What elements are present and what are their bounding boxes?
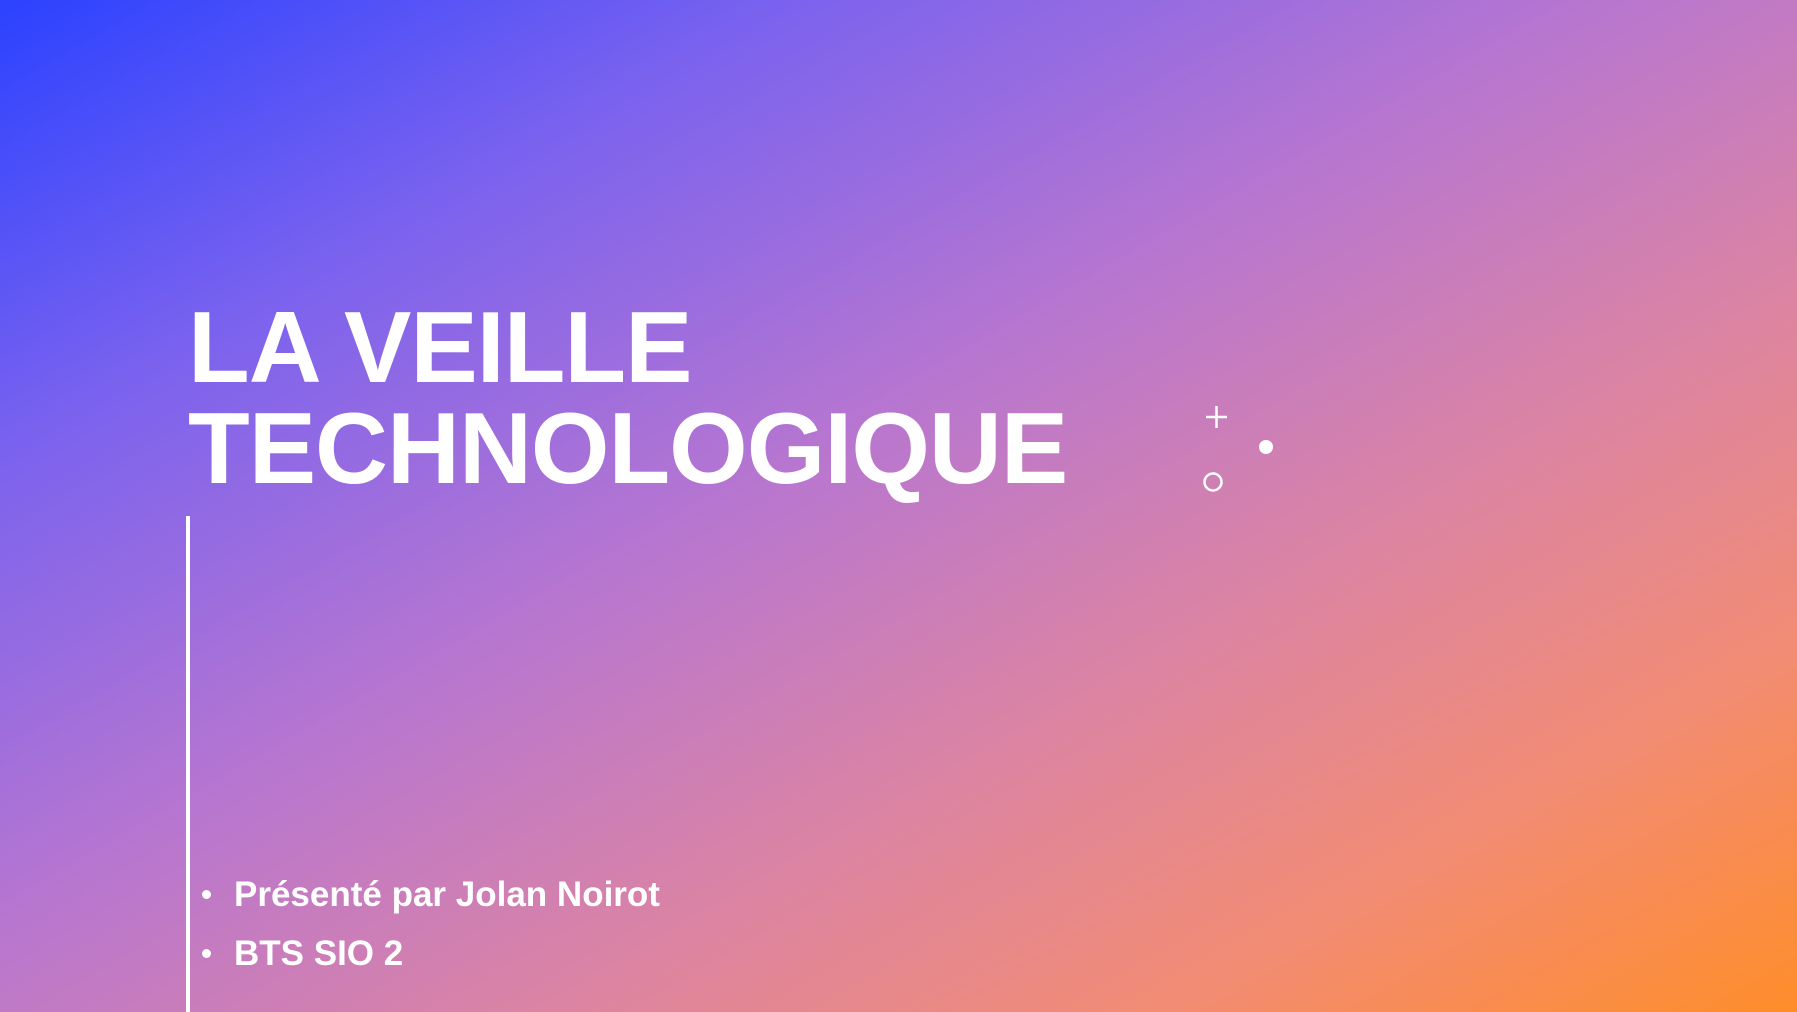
bullet-dot-icon	[202, 949, 211, 958]
title-line-2: TECHNOLOGIQUE	[188, 393, 1068, 505]
filled-dot-icon	[1259, 440, 1273, 454]
title-line-1: LA VEILLE	[188, 292, 693, 404]
bullet-list: Présenté par Jolan Noirot BTS SIO 2	[202, 865, 660, 983]
presenter-text: Présenté par Jolan Noirot	[234, 875, 660, 914]
slide-title: LA VEILLE TECHNOLOGIQUE	[188, 292, 1068, 505]
decoration-group	[1203, 406, 1273, 492]
bullet-item: Présenté par Jolan Noirot	[202, 865, 660, 924]
plus-icon	[1206, 406, 1227, 428]
vertical-divider	[186, 516, 190, 1012]
bullet-item: BTS SIO 2	[202, 924, 660, 983]
bullet-dot-icon	[202, 890, 211, 899]
ring-icon	[1203, 472, 1223, 492]
class-text: BTS SIO 2	[234, 934, 404, 973]
